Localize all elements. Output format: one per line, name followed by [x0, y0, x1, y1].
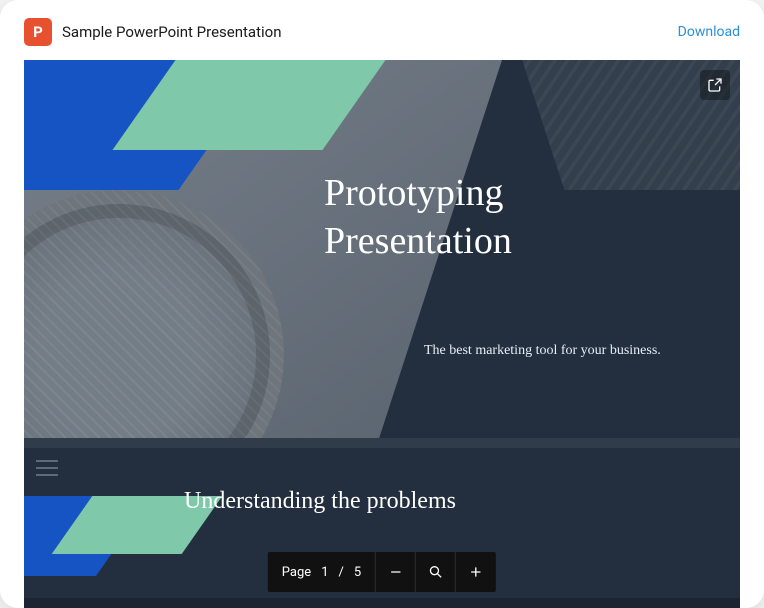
slide-title-line-2: Presentation — [324, 220, 512, 262]
magnifier-icon — [428, 564, 444, 580]
powerpoint-icon-letter: P — [33, 23, 43, 41]
header-bar: P Sample PowerPoint Presentation Downloa… — [0, 0, 764, 60]
preview-card: P Sample PowerPoint Presentation Downloa… — [0, 0, 764, 608]
slide-subtitle: The best marketing tool for your busines… — [424, 343, 661, 359]
plus-icon — [468, 564, 484, 580]
zoom-in-button[interactable] — [456, 552, 496, 592]
hamburger-icon[interactable] — [36, 460, 58, 476]
zoom-out-button[interactable] — [376, 552, 416, 592]
page-separator: / — [339, 565, 344, 580]
open-external-button[interactable] — [700, 70, 730, 100]
minus-icon — [388, 564, 404, 580]
download-link[interactable]: Download — [678, 24, 740, 40]
current-page: 1 — [321, 565, 328, 580]
page-indicator: Page 1 / 5 — [268, 552, 376, 592]
slide-2-title: Understanding the problems — [184, 488, 456, 515]
slide-2: Understanding the problems Page 1 / 5 — [24, 438, 740, 598]
open-external-icon — [707, 77, 723, 93]
slide-1: Prototyping Presentation The best market… — [24, 60, 740, 438]
zoom-reset-button[interactable] — [416, 552, 456, 592]
document-title: Sample PowerPoint Presentation — [62, 23, 668, 41]
total-pages: 5 — [354, 565, 361, 580]
slide-viewer: Prototyping Presentation The best market… — [24, 60, 740, 608]
page-toolbar: Page 1 / 5 — [268, 552, 496, 592]
slide-title: Prototyping Presentation — [324, 170, 512, 265]
page-label: Page — [282, 565, 311, 580]
slide-title-line-1: Prototyping — [324, 172, 503, 214]
powerpoint-icon: P — [24, 18, 52, 46]
